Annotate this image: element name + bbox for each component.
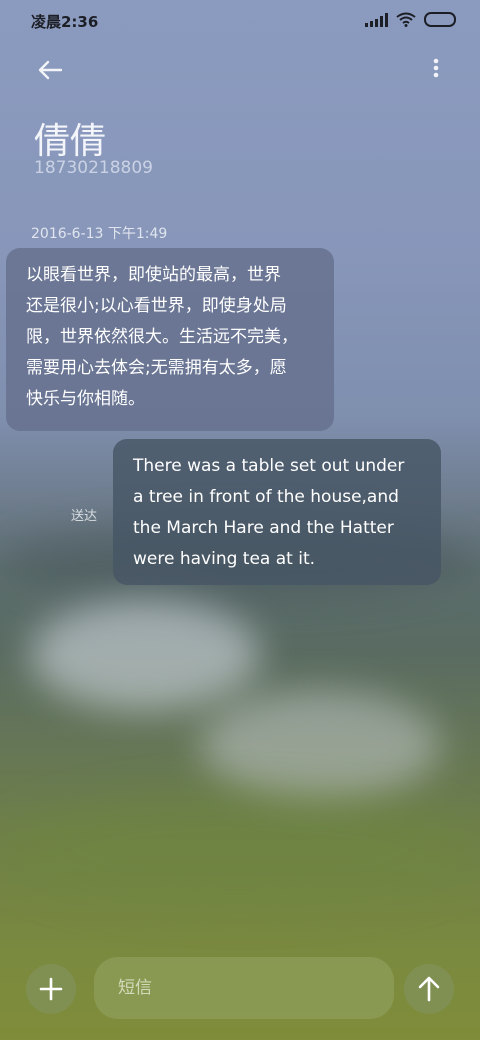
plus-icon — [39, 977, 63, 1001]
delivery-status: 送达 — [71, 509, 98, 524]
message-line: There was a table set out under — [133, 456, 405, 476]
wallpaper-blur-2 — [200, 690, 440, 800]
wallpaper-blur-1 — [30, 600, 260, 710]
send-button[interactable] — [404, 964, 454, 1014]
back-arrow-icon — [38, 60, 63, 80]
status-icons — [365, 12, 456, 27]
message-input[interactable] — [94, 957, 394, 1019]
message-line: 需要用心去体会;无需拥有太多，愿 — [26, 358, 287, 378]
message-line: 以眼看世界，即使站的最高，世界 — [26, 265, 281, 285]
message-line: 限，世界依然很大。生活远不完美， — [26, 327, 298, 347]
send-arrow-up-icon — [418, 976, 440, 1002]
more-options-button[interactable] — [430, 56, 442, 84]
signal-icon — [365, 12, 388, 27]
incoming-message-bubble[interactable]: 以眼看世界，即使站的最高，世界 还是很小;以心看世界，即使身处局 限，世界依然很… — [6, 248, 334, 431]
outgoing-message-bubble[interactable]: There was a table set out under a tree i… — [113, 439, 441, 585]
message-line: 还是很小;以心看世界，即使身处局 — [26, 296, 287, 316]
message-line: the March Hare and the Hatter — [133, 518, 394, 538]
wifi-icon — [396, 12, 416, 27]
wallpaper-grass — [0, 790, 480, 910]
add-attachment-button[interactable] — [26, 964, 76, 1014]
more-vertical-icon — [433, 58, 439, 78]
contact-number: 18730218809 — [34, 158, 153, 178]
back-button[interactable] — [34, 54, 66, 86]
battery-icon — [424, 12, 456, 27]
message-timestamp: 2016-6-13 下午1:49 — [31, 226, 168, 242]
compose-bar — [0, 950, 480, 1030]
message-line: were having tea at it. — [133, 549, 316, 569]
message-line: a tree in front of the house,and — [133, 487, 399, 507]
contact-name: 倩倩 — [34, 121, 107, 162]
message-line: 快乐与你相随。 — [26, 389, 145, 409]
status-time: 凌晨2:36 — [31, 13, 99, 31]
status-bar: 凌晨2:36 — [0, 0, 480, 44]
